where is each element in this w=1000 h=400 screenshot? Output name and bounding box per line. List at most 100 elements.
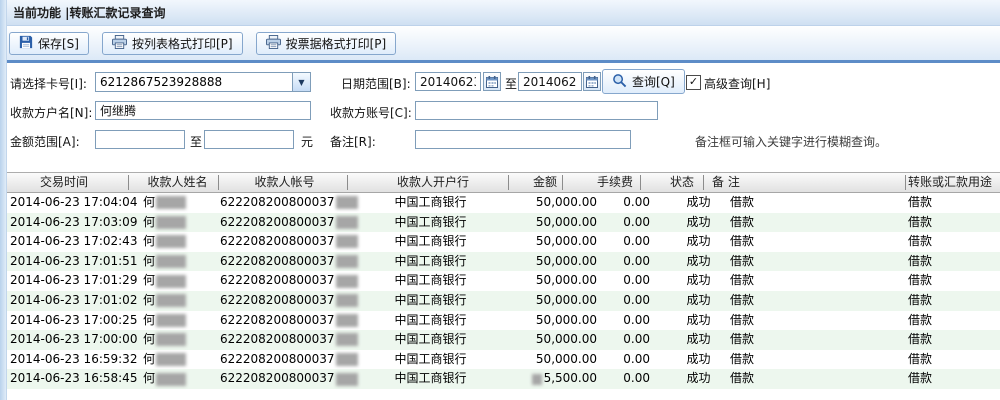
cell-remark: 借款 xyxy=(730,312,755,327)
column-header-status[interactable]: 状态 xyxy=(654,173,710,192)
cell-transaction-time: 2014-06-23 17:02:43 xyxy=(10,234,138,249)
table-row[interactable]: 2014-06-23 17:01:02 何 622208200800037 中国工商银… xyxy=(0,290,1000,311)
table-header: 交易时间 收款人姓名 收款人帐号 收款人开户行 金额 手续费 状态 备 注 转账… xyxy=(0,172,1000,193)
cell-payee-bank: 中国工商银行 xyxy=(394,292,467,307)
table-row[interactable]: 2014-06-23 17:04:04 何 622208200800037 中国工商银… xyxy=(0,193,1000,213)
floppy-disk-icon xyxy=(19,35,33,52)
save-button-label: 保存[S] xyxy=(38,36,79,51)
cell-status: 成功 xyxy=(686,214,711,229)
column-separator xyxy=(508,175,509,190)
amount-to-input[interactable] xyxy=(204,130,294,149)
redaction-block xyxy=(156,235,187,249)
column-header-payee-account[interactable]: 收款人帐号 xyxy=(222,173,347,192)
print-list-button[interactable]: 按列表格式打印[P] xyxy=(101,31,243,55)
column-header-purpose[interactable]: 转账或汇款用途 xyxy=(908,173,992,192)
window-left-edge xyxy=(0,0,7,400)
amount-from-input[interactable] xyxy=(95,130,185,149)
cell-fee: 0.00 xyxy=(623,195,650,209)
cell-remark: 借款 xyxy=(730,351,755,366)
table-row[interactable]: 2014-06-23 17:01:29 何 622208200800037 中国工商银… xyxy=(0,271,1000,291)
cell-fee: 0.00 xyxy=(623,312,650,327)
record-list: 2014-06-23 17:04:04 何 622208200800037 中国工商银… xyxy=(0,193,1000,389)
table-row[interactable]: 2014-06-23 17:01:51 何 622208200800037 中国工商银… xyxy=(0,251,1000,272)
date-to-input[interactable] xyxy=(518,72,582,91)
cell-transaction-time: 2014-06-23 17:03:09 xyxy=(10,214,138,229)
column-separator xyxy=(562,175,563,190)
advanced-query-checkbox[interactable]: ✓ xyxy=(686,75,701,90)
cell-amount: 50,000.00 xyxy=(535,253,597,268)
cell-payee-account: 622208200800037 xyxy=(220,369,358,389)
cell-payee-account: 622208200800037 xyxy=(220,193,358,213)
yuan-unit-label: 元 xyxy=(301,135,314,149)
remark-input[interactable] xyxy=(415,130,631,149)
payee-account-input[interactable] xyxy=(415,101,658,120)
calendar-icon[interactable] xyxy=(583,72,601,91)
print-receipt-button[interactable]: 按票据格式打印[P] xyxy=(255,31,397,55)
chevron-down-icon[interactable]: ▼ xyxy=(292,73,310,91)
redaction-block xyxy=(156,294,187,308)
cell-status: 成功 xyxy=(686,292,711,307)
cell-amount: 50,000.00 xyxy=(535,234,597,249)
cell-fee: 0.00 xyxy=(623,234,650,249)
date-from-input[interactable] xyxy=(415,72,481,91)
column-header-payee-name[interactable]: 收款人姓名 xyxy=(137,173,218,192)
column-header-remark[interactable]: 备 注 xyxy=(712,173,740,192)
magnifier-icon xyxy=(612,73,627,91)
cell-payee-bank: 中国工商银行 xyxy=(394,195,467,209)
cell-status: 成功 xyxy=(686,234,711,249)
cell-remark: 借款 xyxy=(730,253,755,268)
cell-purpose: 借款 xyxy=(908,312,933,327)
table-row[interactable]: 2014-06-23 17:03:09 何 622208200800037 中国工商银… xyxy=(0,212,1000,233)
cell-payee-account: 622208200800037 xyxy=(220,213,358,233)
cell-payee-name: 何 xyxy=(143,330,187,350)
cell-remark: 借款 xyxy=(730,214,755,229)
redaction-block xyxy=(156,313,187,327)
cell-payee-name: 何 xyxy=(143,369,187,389)
redaction-block xyxy=(531,373,542,385)
cell-status: 成功 xyxy=(686,312,711,327)
cell-purpose: 借款 xyxy=(908,351,933,366)
redaction-block xyxy=(156,372,187,386)
card-number-combobox[interactable]: ▼ xyxy=(95,72,311,92)
remark-label: 备注[R]: xyxy=(330,135,376,149)
table-row[interactable]: 2014-06-23 17:00:00 何 622208200800037 中国工商银… xyxy=(0,330,1000,350)
cell-amount: 50,000.00 xyxy=(535,351,597,366)
redaction-block xyxy=(156,353,187,367)
save-button[interactable]: 保存[S] xyxy=(9,31,89,55)
card-number-value[interactable] xyxy=(96,73,292,91)
table-row[interactable]: 2014-06-23 17:00:25 何 622208200800037 中国工商银… xyxy=(0,310,1000,331)
cell-transaction-time: 2014-06-23 17:04:04 xyxy=(10,195,138,209)
cell-status: 成功 xyxy=(686,351,711,366)
cell-payee-name: 何 xyxy=(143,213,187,233)
cell-transaction-time: 2014-06-23 16:59:32 xyxy=(10,351,138,366)
cell-payee-account: 622208200800037 xyxy=(220,350,358,370)
cell-amount: 5,500.00 xyxy=(503,369,597,389)
cell-payee-name: 何 xyxy=(143,252,187,272)
cell-purpose: 借款 xyxy=(908,214,933,229)
payee-account-label: 收款方账号[C]: xyxy=(330,106,412,120)
printer-icon xyxy=(112,34,127,52)
redaction-block xyxy=(156,274,187,288)
cell-fee: 0.00 xyxy=(623,253,650,268)
redaction-block xyxy=(156,333,187,347)
cell-transaction-time: 2014-06-23 17:01:02 xyxy=(10,292,138,307)
table-row[interactable]: 2014-06-23 17:02:43 何 622208200800037 中国工商银… xyxy=(0,232,1000,252)
payee-name-input[interactable] xyxy=(95,101,311,120)
cell-fee: 0.00 xyxy=(623,273,650,288)
cell-purpose: 借款 xyxy=(908,371,933,386)
payee-name-label: 收款方户名[N]: xyxy=(10,106,93,120)
print-receipt-button-label: 按票据格式打印[P] xyxy=(285,36,387,51)
query-button[interactable]: 查询[Q] xyxy=(602,69,685,94)
table-row[interactable]: 2014-06-23 16:59:32 何 622208200800037 中国工商银… xyxy=(0,349,1000,370)
cell-payee-name: 何 xyxy=(143,271,187,291)
column-header-payee-bank[interactable]: 收款人开户行 xyxy=(370,173,496,192)
column-header-time[interactable]: 交易时间 xyxy=(0,173,128,192)
calendar-icon[interactable] xyxy=(483,72,501,91)
table-row[interactable]: 2014-06-23 16:58:45 何 622208200800037 中国工商银… xyxy=(0,369,1000,389)
cell-amount: 50,000.00 xyxy=(535,195,597,209)
query-button-label: 查询[Q] xyxy=(632,75,675,89)
cell-remark: 借款 xyxy=(730,292,755,307)
cell-payee-name: 何 xyxy=(143,350,187,370)
column-header-fee[interactable]: 手续费 xyxy=(572,173,633,192)
amount-range-label: 金额范围[A]: xyxy=(10,135,80,149)
